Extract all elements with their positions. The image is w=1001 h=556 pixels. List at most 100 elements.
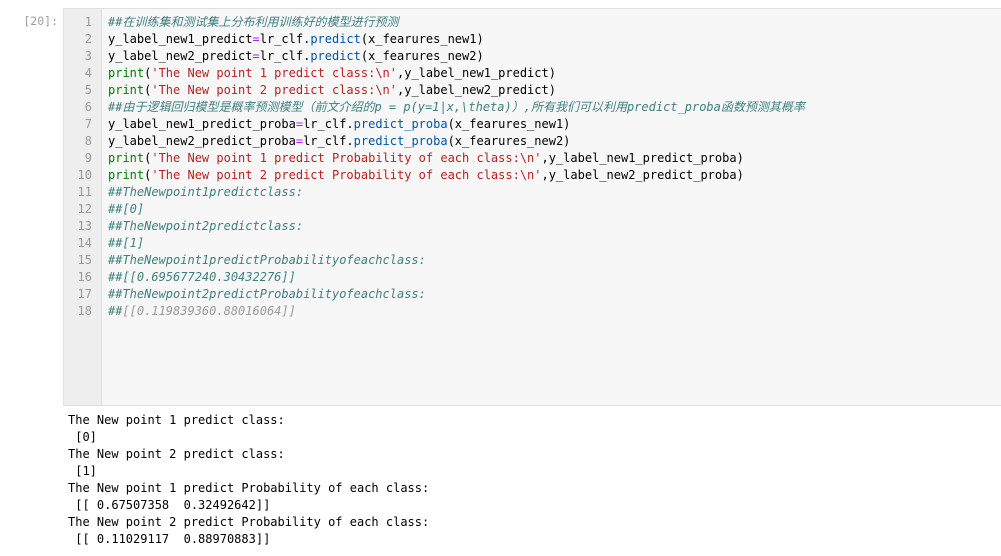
code-line: 8 y_label_new2_predict_proba=lr_clf.predi… [64,133,1001,150]
output-line: The New point 2 predict class: [68,447,285,461]
code-token: print [108,83,145,97]
output-line: The New point 1 predict Probability of e… [68,481,430,495]
code-token: y_label_new1_predict_proba [108,117,296,131]
code-token: 'The New point 1 predict Probability of … [151,151,542,165]
code-token: (x_fearures_new1) [360,32,484,46]
code-text: ##[1] [108,235,144,252]
cell-output: The New point 1 predict class: [0] The Ne… [68,412,988,548]
output-line: [[ 0.67507358 0.32492642]] [68,498,271,512]
line-number: 8 [84,134,92,148]
code-text: y_label_new2_predict=lr_clf.predict(x_fe… [108,48,484,65]
code-token: 'The New point 2 predict Probability of … [151,168,542,182]
line-number: 1 [84,15,92,29]
code-token: = [252,32,260,46]
code-text: ##[[0.119839360.88016064]] [108,303,296,320]
code-token: lr_clf. [259,32,311,46]
code-line: 18 ##[[0.119839360.88016064]] [64,303,1001,320]
code-token: y_label_new2_predict_proba [108,134,296,148]
code-text: ##TheNewpoint2predictclass: [108,218,303,235]
line-number: 6 [84,100,92,114]
output-line: The New point 2 predict Probability of e… [68,515,430,529]
code-token: y_label_new2_predict [108,49,253,63]
code-token: lr_clf. [303,117,354,131]
code-token: lr_clf. [259,49,311,63]
output-line: [0] [68,430,97,444]
code-text: print('The New point 2 predict class:\n'… [108,82,556,99]
code-token: predict [310,32,361,46]
code-line: 9 print('The New point 1 predict Probabil… [64,150,1001,167]
code-text: y_label_new1_predict=lr_clf.predict(x_fe… [108,31,484,48]
line-number: 11 [77,185,92,199]
code-text: ##由于逻辑回归模型是概率预测模型（前文介绍的p = p(y=1|x,\thet… [108,99,805,116]
code-line: 13 ##TheNewpoint2predictclass: [64,218,1001,235]
code-text: print('The New point 1 predict Probabili… [108,150,744,167]
code-text: ##在训练集和测试集上分布利用训练好的模型进行预测 [108,14,398,31]
code-lines: 1 ##在训练集和测试集上分布利用训练好的模型进行预测 2 y_label_new1_… [64,14,1001,320]
code-token: ##TheNewpoint2predictclass: [108,219,304,233]
output-line: The New point 1 predict class: [68,413,285,427]
code-text: ##TheNewpoint1predictProbabilityofeachcl… [108,252,426,269]
code-line: 16 ##[[0.695677240.30432276]] [64,269,1001,286]
line-number: 17 [77,287,92,301]
line-number: 14 [77,236,92,250]
line-number: 3 [84,49,92,63]
code-text: ##[0] [108,201,144,218]
code-token: predict [310,49,361,63]
code-line: 15 ##TheNewpoint1predictProbabilityofeach… [64,252,1001,269]
code-token: print [108,168,145,182]
code-line: 3 y_label_new2_predict=lr_clf.predict(x_f… [64,48,1001,65]
code-text: y_label_new1_predict_proba=lr_clf.predic… [108,116,570,133]
code-line: 14 ##[1] [64,235,1001,252]
code-token: = [252,49,260,63]
code-token: ##在训练集和测试集上分布利用训练好的模型进行预测 [108,15,399,29]
line-number: 15 [77,253,92,267]
code-token: ##由于逻辑回归模型是概率预测模型（前文介绍的p = p(y=1|x,\thet… [108,100,805,114]
code-token: ## [108,304,123,318]
code-token: ##[0] [108,202,145,216]
code-token: ##TheNewpoint2predictProbabilityofeachcl… [108,287,426,301]
code-token: (x_fearures_new2) [360,49,484,63]
code-line: 7 y_label_new1_predict_proba=lr_clf.predi… [64,116,1001,133]
line-number: 13 [77,219,92,233]
code-line: 4 print('The New point 1 predict class:\n… [64,65,1001,82]
code-token: predict_proba [353,134,448,148]
code-token: ##TheNewpoint1predictProbabilityofeachcl… [108,253,426,267]
code-token: (x_fearures_new1) [447,117,571,131]
line-number: 7 [84,117,92,131]
line-number: 18 [77,304,92,318]
code-token: (x_fearures_new2) [447,134,571,148]
output-line: [1] [68,464,97,478]
code-text: ##TheNewpoint1predictclass: [108,184,303,201]
code-text: print('The New point 2 predict Probabili… [108,167,744,184]
code-line: 2 y_label_new1_predict=lr_clf.predict(x_f… [64,31,1001,48]
cell-prompt: [20]: [23,14,58,28]
line-number: 10 [77,168,92,182]
code-token: ,y_label_new2_predict_proba) [541,168,744,182]
code-line: 10 print('The New point 2 predict Probabi… [64,167,1001,184]
line-number: 16 [77,270,92,284]
notebook-cell: [20]: 1 ##在训练集和测试集上分布利用训练好的模型进行预测 2 y_label… [0,0,1001,556]
code-token: print [108,66,145,80]
code-line: 12 ##[0] [64,201,1001,218]
line-number: 5 [84,83,92,97]
code-token: 'The New point 2 predict class:\n' [151,83,397,97]
line-number: 2 [84,32,92,46]
code-token: ,y_label_new2_predict) [397,83,556,97]
code-token: predict_proba [353,117,448,131]
code-token: ##TheNewpoint1predictclass: [108,185,304,199]
code-line: 1 ##在训练集和测试集上分布利用训练好的模型进行预测 [64,14,1001,31]
code-line: 5 print('The New point 2 predict class:\n… [64,82,1001,99]
line-number: 4 [84,66,92,80]
code-token: ,y_label_new1_predict_proba) [541,151,744,165]
output-line: [[ 0.11029117 0.88970883]] [68,532,271,546]
code-token: lr_clf. [303,134,354,148]
code-token: ,y_label_new1_predict) [397,66,556,80]
code-token: ##[1] [108,236,145,250]
code-token: [[0.119839360.88016064]] [122,304,296,318]
code-text: ##TheNewpoint2predictProbabilityofeachcl… [108,286,426,303]
code-token: print [108,151,145,165]
code-token: 'The New point 1 predict class:\n' [151,66,397,80]
line-number: 9 [84,151,92,165]
code-text: ##[[0.695677240.30432276]] [108,269,296,286]
code-editor[interactable]: 1 ##在训练集和测试集上分布利用训练好的模型进行预测 2 y_label_new1_… [63,8,1001,406]
